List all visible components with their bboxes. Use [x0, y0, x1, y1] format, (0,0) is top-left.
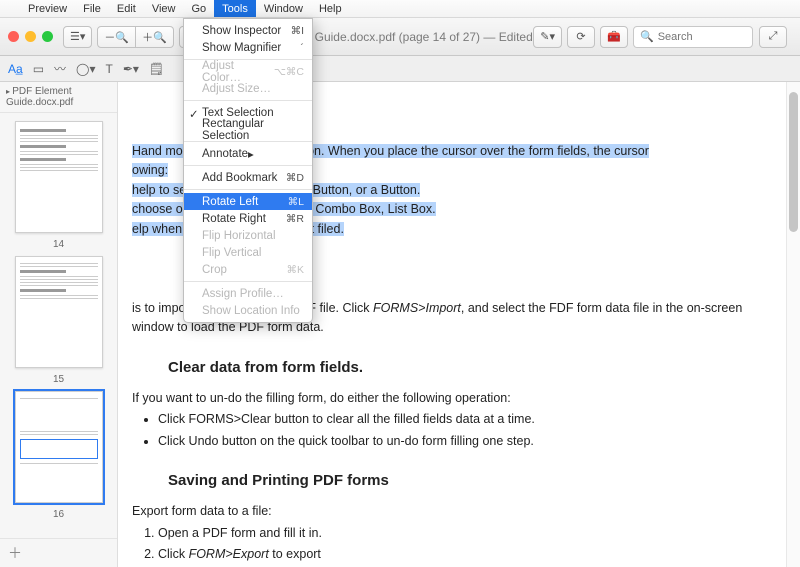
rect-select-tool-icon[interactable]: ▭ — [33, 62, 44, 76]
selected-text: owing: — [132, 163, 168, 177]
menu-item-show-magnifier[interactable]: Show Magnifier´ — [184, 39, 312, 56]
menu-file[interactable]: File — [75, 0, 109, 17]
thumbnail-list: 14 15 16 — [0, 113, 117, 538]
list-item: Open a PDF form and fill it in. — [158, 524, 756, 543]
menu-item-flip-horizontal: Flip Horizontal — [184, 227, 312, 244]
markup-toolbar: Aa̲ ▭ 〰 ◯▾ T ✒▾ 🗒 A ▾ — [0, 56, 800, 82]
menu-item-crop: Crop⌘K — [184, 261, 312, 278]
zoom-in-icon: ＋🔍 — [142, 29, 167, 45]
menu-view[interactable]: View — [144, 0, 184, 17]
menu-item-flip-vertical: Flip Vertical — [184, 244, 312, 261]
search-field[interactable]: 🔍 — [633, 26, 753, 48]
menu-item-assign-profile: Assign Profile… — [184, 285, 312, 302]
toolbox-icon: 🧰 — [607, 30, 621, 43]
menu-item-annotate[interactable]: Annotate — [184, 145, 312, 162]
menu-item-rotate-right[interactable]: Rotate Right⌘R — [184, 210, 312, 227]
text-select-tool-icon[interactable]: Aa̲ — [8, 62, 23, 76]
window-controls — [8, 31, 53, 42]
tools-dropdown-menu: Show Inspector⌘IShow Magnifier´ Adjust Co… — [183, 18, 313, 323]
menu-bar: Preview File Edit View Go Tools Window H… — [0, 0, 800, 18]
highlight-button[interactable]: ✎▾ — [533, 26, 562, 48]
vertical-scrollbar[interactable] — [786, 82, 800, 567]
minimize-window-button[interactable] — [25, 31, 36, 42]
menu-item-add-bookmark[interactable]: Add Bookmark⌘D — [184, 169, 312, 186]
zoom-out-button[interactable]: －🔍 — [97, 26, 136, 48]
menu-item-rotate-left[interactable]: Rotate Left⌘L — [184, 193, 312, 210]
page-number: 14 — [53, 239, 64, 250]
search-icon: 🔍 — [640, 30, 654, 43]
rotate-button[interactable]: ⟳ — [567, 26, 595, 48]
sketch-tool-icon[interactable]: 〰 — [54, 60, 66, 77]
expand-icon: ⤢ — [769, 30, 778, 43]
zoom-out-icon: －🔍 — [104, 29, 129, 45]
body-text: Export form data to a file: — [132, 502, 756, 521]
list-item: Click Undo button on the quick toolbar t… — [158, 432, 756, 451]
close-window-button[interactable] — [8, 31, 19, 42]
page-number: 16 — [53, 509, 64, 520]
shapes-tool-icon[interactable]: ◯▾ — [76, 62, 95, 76]
rotate-icon: ⟳ — [576, 30, 585, 43]
thumbnail-page-15[interactable] — [15, 256, 103, 368]
zoom-window-button[interactable] — [42, 31, 53, 42]
list-item: Click FORMS>Clear button to clear all th… — [158, 410, 756, 429]
menu-item-show-inspector[interactable]: Show Inspector⌘I — [184, 22, 312, 39]
body-text: If you want to un-do the filling form, d… — [132, 389, 756, 408]
scroll-thumb[interactable] — [789, 92, 798, 232]
menu-item-adjust-color: Adjust Color…⌥⌘C — [184, 63, 312, 80]
menu-item-rectangular-selection[interactable]: Rectangular Selection — [184, 121, 312, 138]
highlight-icon: ✎▾ — [540, 30, 555, 43]
toolbar: ☰▾ －🔍 ＋🔍 ⇪ Element Guide.docx.pdf (page … — [0, 18, 800, 56]
menu-item-show-location-info: Show Location Info — [184, 302, 312, 319]
page-number: 15 — [53, 374, 64, 385]
sidebar-view-button[interactable]: ☰▾ — [63, 26, 92, 48]
markup-toolbar-button[interactable]: 🧰 — [600, 26, 628, 48]
thumbnails-sidebar: PDF Element Guide.docx.pdf 14 15 16 ＋ — [0, 82, 118, 567]
menu-go[interactable]: Go — [183, 0, 214, 17]
menu-window[interactable]: Window — [256, 0, 311, 17]
sidebar-filename[interactable]: PDF Element Guide.docx.pdf — [0, 82, 117, 113]
text-tool-icon[interactable]: T — [106, 62, 113, 76]
fullscreen-button[interactable]: ⤢ — [759, 26, 787, 48]
note-tool-icon[interactable]: 🗒 — [149, 62, 164, 76]
menu-preview[interactable]: Preview — [20, 0, 75, 17]
heading-clear-data: Clear data from form fields. — [168, 356, 756, 379]
menu-help[interactable]: Help — [311, 0, 350, 17]
menu-item-adjust-size: Adjust Size… — [184, 80, 312, 97]
thumbnail-page-14[interactable] — [15, 121, 103, 233]
menu-tools[interactable]: Tools — [214, 0, 256, 17]
heading-saving-printing: Saving and Printing PDF forms — [168, 469, 756, 492]
sign-tool-icon[interactable]: ✒▾ — [123, 62, 139, 76]
thumbnail-page-16[interactable] — [15, 391, 103, 503]
menu-edit[interactable]: Edit — [109, 0, 144, 17]
content-area: PDF Element Guide.docx.pdf 14 15 16 ＋ Ha… — [0, 82, 800, 567]
add-page-button[interactable]: ＋ — [0, 538, 117, 567]
list-item: Click FORM>Export to export — [158, 545, 756, 564]
zoom-in-button[interactable]: ＋🔍 — [136, 26, 174, 48]
